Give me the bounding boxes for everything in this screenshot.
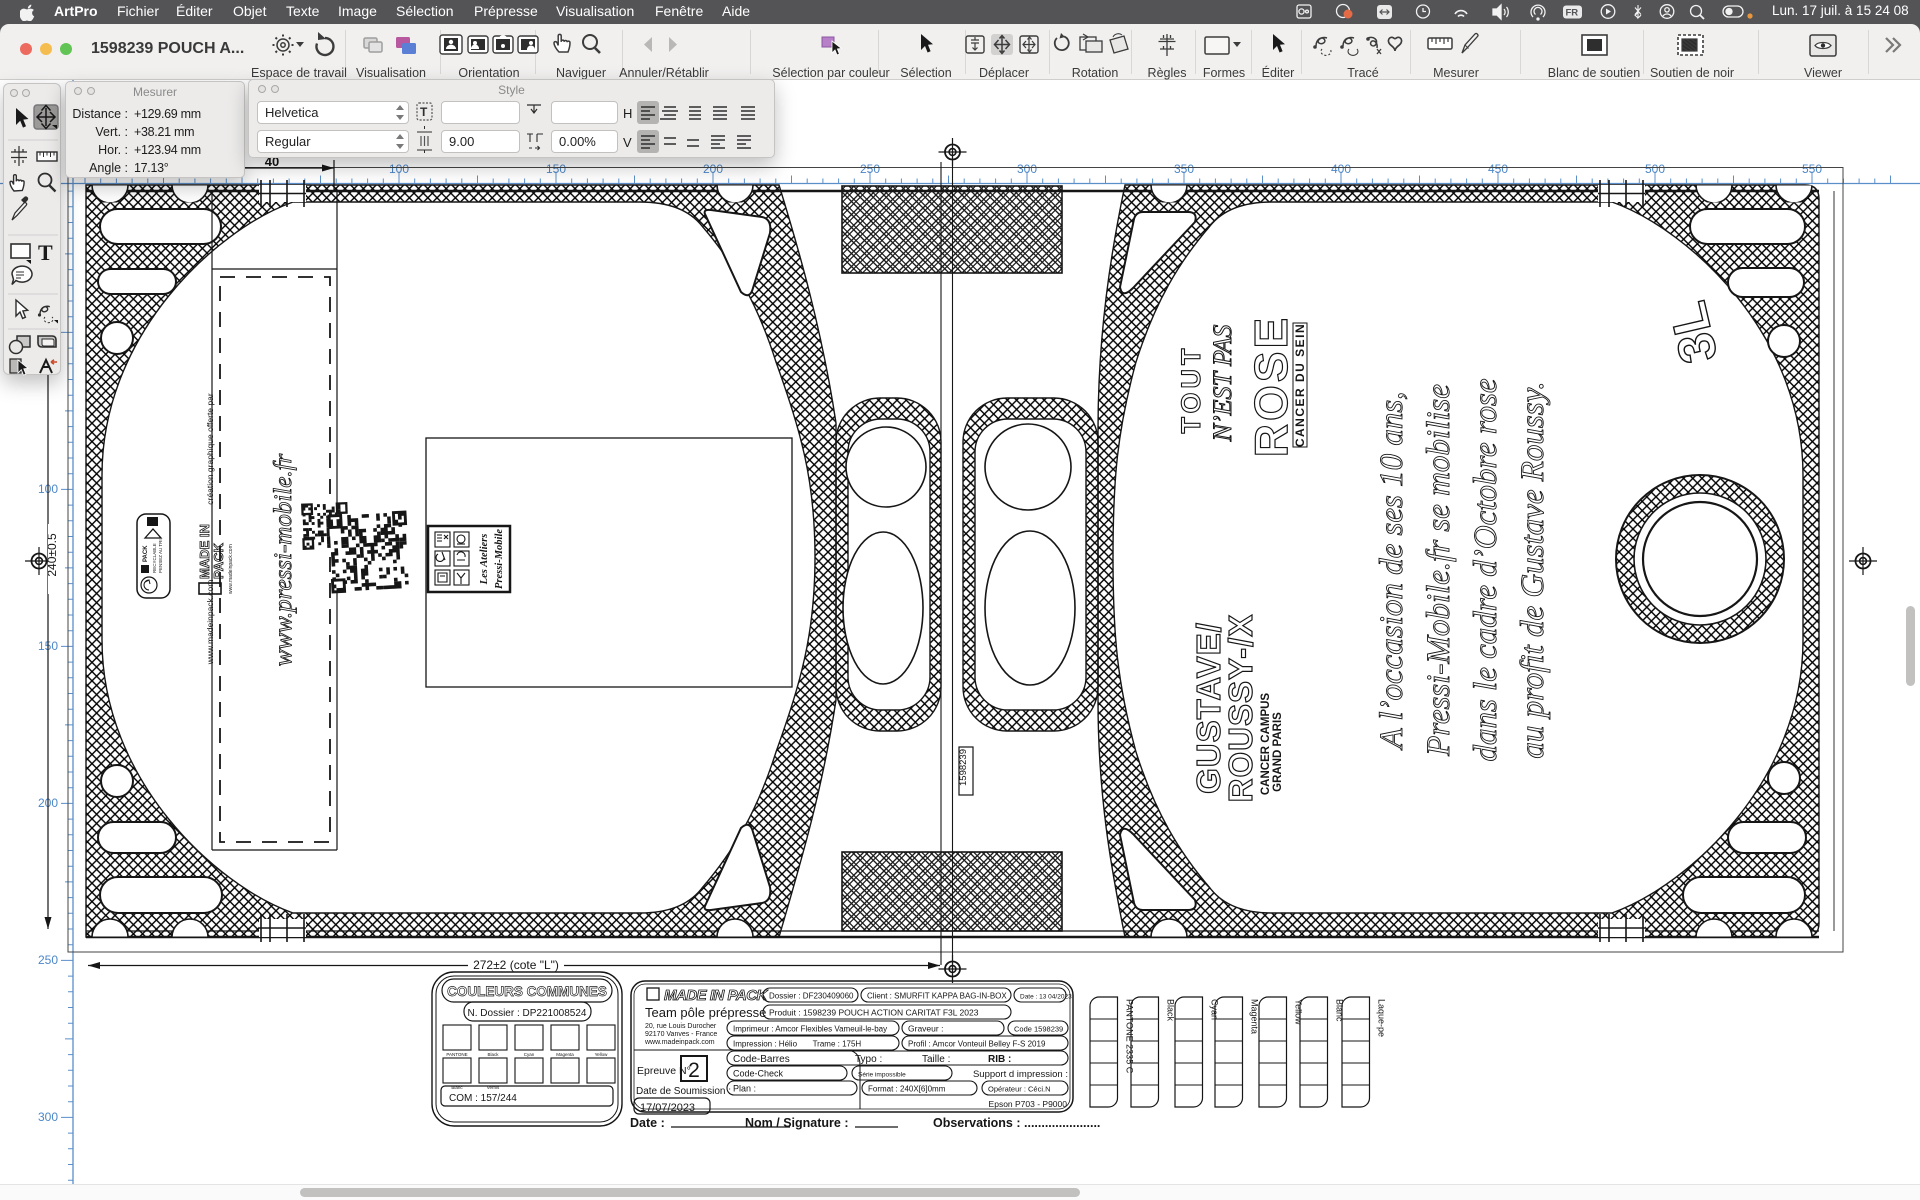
svg-text:92170 Vanves - France: 92170 Vanves - France [645, 1031, 717, 1038]
svg-text:TOUT: TOUT [1176, 345, 1206, 434]
svg-text:ROUSSY-/X: ROUSSY-/X [1222, 614, 1259, 803]
svg-text:PANTONE: PANTONE [446, 1052, 467, 1057]
svg-text:150: 150 [546, 162, 566, 176]
svg-text:T: T [420, 105, 428, 119]
svg-text:300: 300 [1017, 162, 1037, 176]
svg-text:ROSE: ROSE [1245, 315, 1297, 457]
svg-text:Nom / Signature :: Nom / Signature : [745, 1116, 848, 1130]
svg-text:MADE IN PACK: MADE IN PACK [664, 987, 769, 1004]
svg-text:Observations : ...............: Observations : ...................... [933, 1116, 1100, 1130]
svg-text:Yellow: Yellow [1294, 999, 1304, 1025]
svg-text:PENSEZ AU TRI: PENSEZ AU TRI [158, 539, 163, 573]
svg-text:Epson P703 - P9000: Epson P703 - P9000 [989, 1099, 1068, 1109]
svg-text:Magenta: Magenta [1250, 999, 1260, 1034]
svg-text:3L: 3L [1659, 296, 1729, 368]
svg-text:Vernis: Vernis [487, 1085, 500, 1090]
svg-text:250: 250 [860, 162, 880, 176]
svg-text:Typo :: Typo : [855, 1054, 882, 1065]
svg-text:PACK: PACK [211, 543, 226, 579]
svg-text:100: 100 [389, 162, 409, 176]
svg-text:450: 450 [1488, 162, 1508, 176]
svg-text:www.pressi-mobile.fr: www.pressi-mobile.fr [270, 453, 297, 666]
svg-text:Dossier : DF230409060: Dossier : DF230409060 [769, 992, 854, 1001]
svg-text:Date :: Date : [630, 1116, 665, 1130]
svg-text:Plan :: Plan : [733, 1084, 756, 1094]
svg-text:240±0.5: 240±0.5 [45, 533, 59, 577]
svg-text:1598239: 1598239 [958, 749, 969, 786]
svg-text:350: 350 [1174, 162, 1194, 176]
svg-text:Graveur :: Graveur : [908, 1024, 943, 1034]
svg-text:Team pôle prépresse: Team pôle prépresse [645, 1005, 766, 1020]
svg-text:Cyan: Cyan [524, 1052, 535, 1057]
svg-text:Code 1598239: Code 1598239 [1014, 1025, 1063, 1034]
svg-text:CANCER CAMPUS: CANCER CAMPUS [1260, 693, 1272, 796]
svg-text:RIB :: RIB : [988, 1054, 1011, 1065]
svg-text:N. Dossier : DP221008524: N. Dossier : DP221008524 [468, 1008, 587, 1019]
svg-text:www.madeinpack.com: www.madeinpack.com [205, 580, 215, 666]
svg-text:dans le cadre d’Octobre rose: dans le cadre d’Octobre rose [1468, 378, 1504, 761]
svg-text:Laque-pe: Laque-pe [1377, 999, 1387, 1037]
svg-text:Les Ateliers: Les Ateliers [479, 534, 490, 586]
svg-text:Taille :: Taille : [922, 1054, 950, 1065]
svg-text:N’EST PAS: N’EST PAS [1208, 325, 1237, 443]
svg-text:Pressi-Mobile: Pressi-Mobile [494, 529, 505, 589]
svg-text:COULEURS COMMUNES: COULEURS COMMUNES [447, 984, 607, 999]
svg-text:A l’occasion de ses 10 ans,: A l’occasion de ses 10 ans, [1374, 392, 1410, 751]
svg-text:Profil : Amcor Vonteuil Belley: Profil : Amcor Vonteuil Belley F-S 2019 [908, 1040, 1046, 1049]
svg-text:Code-Barres: Code-Barres [733, 1054, 790, 1065]
svg-text:COM : 157/244: COM : 157/244 [449, 1093, 517, 1104]
svg-text:Code-Check: Code-Check [733, 1069, 784, 1079]
svg-text:www.madeinpack.com: www.madeinpack.com [644, 1039, 715, 1046]
svg-text:Date de Soumission :: Date de Soumission : [636, 1086, 731, 1097]
svg-text:Opérateur : Céci.N: Opérateur : Céci.N [988, 1085, 1051, 1094]
svg-text:Pressi-Mobile.fr se mobilise: Pressi-Mobile.fr se mobilise [1421, 384, 1457, 757]
svg-text:2: 2 [688, 1059, 700, 1082]
svg-text:20, rue Louis Durocher: 20, rue Louis Durocher [645, 1023, 717, 1030]
svg-text:Client : SMURFIT KAPPA BAG-IN-: Client : SMURFIT KAPPA BAG-IN-BOX [867, 992, 1007, 1001]
svg-text:GRAND PARIS: GRAND PARIS [1272, 712, 1284, 792]
svg-text:Format : 240X[6]0mm: Format : 240X[6]0mm [868, 1085, 946, 1094]
svg-text:Produit : 1598239 POUCH ACTION: Produit : 1598239 POUCH ACTION CARITAT F… [769, 1008, 979, 1018]
svg-text:RECYCLABLE: RECYCLABLE [152, 543, 157, 573]
svg-text:300: 300 [38, 1110, 58, 1124]
svg-text:Epreuve N°: Epreuve N° [637, 1065, 691, 1077]
svg-text:550: 550 [1802, 162, 1822, 176]
svg-text:CANCER DU SEIN: CANCER DU SEIN [1293, 323, 1307, 447]
svg-text:PACK: PACK [143, 545, 149, 562]
svg-text:Support d impression :: Support d impression : [973, 1069, 1068, 1080]
svg-text:MADE IN: MADE IN [197, 524, 212, 579]
svg-text:400: 400 [1331, 162, 1351, 176]
svg-text:www.madeinpack.com: www.madeinpack.com [228, 544, 234, 594]
svg-text:au profit de Gustave Roussy.: au profit de Gustave Roussy. [1515, 381, 1551, 758]
svg-text:Date : 13 04/2023: Date : 13 04/2023 [1020, 994, 1072, 1001]
svg-text:Black: Black [1166, 999, 1176, 1022]
svg-text:Impression : Hélio Trame: Impression : Hélio Trame : 175H [733, 1040, 861, 1049]
svg-text:Série impossible: Série impossible [858, 1072, 906, 1079]
svg-text:Blanc: Blanc [451, 1085, 463, 1090]
svg-text:création graphique offerte par: création graphique offerte par [205, 393, 215, 505]
svg-text:PANTONE 2335 C: PANTONE 2335 C [1125, 999, 1135, 1074]
svg-text:FR: FR [1566, 8, 1579, 19]
svg-text:250: 250 [38, 953, 58, 967]
svg-text:200: 200 [703, 162, 723, 176]
svg-text:T: T [38, 240, 53, 265]
svg-text:272±2 (cote "L"): 272±2 (cote "L") [473, 958, 559, 972]
svg-text:Imprimeur : Amcor Flexibles Va: Imprimeur : Amcor Flexibles Vameuil-le-b… [733, 1025, 887, 1034]
svg-text:17/07/2023: 17/07/2023 [640, 1102, 695, 1114]
svg-text:Yellow: Yellow [595, 1052, 609, 1057]
svg-text:Magenta: Magenta [556, 1052, 574, 1057]
svg-text:500: 500 [1645, 162, 1665, 176]
svg-text:Black: Black [487, 1052, 499, 1057]
